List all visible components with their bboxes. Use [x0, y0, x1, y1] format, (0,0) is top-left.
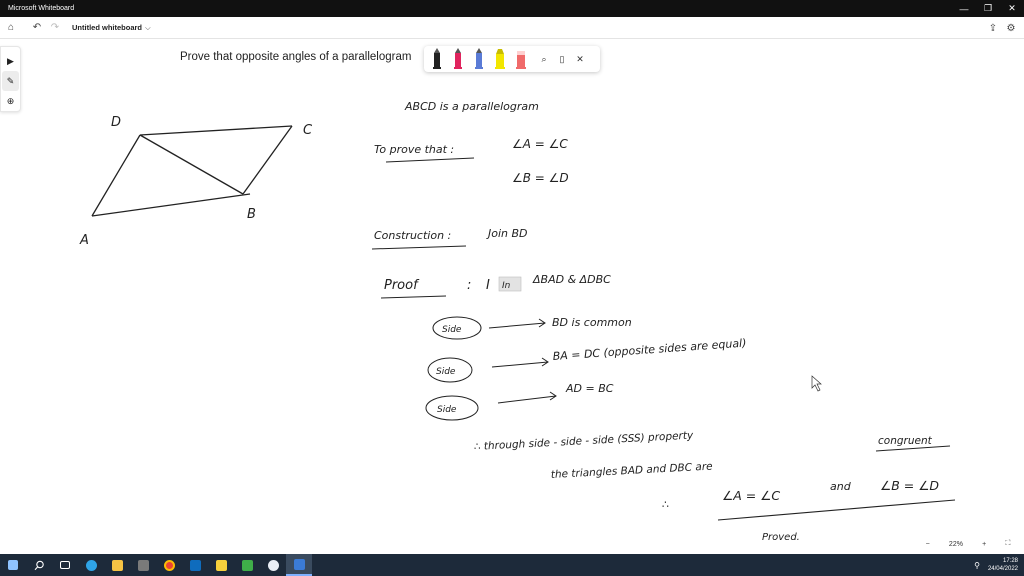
ink-side3: AD = BC: [565, 382, 614, 395]
green-app-icon[interactable]: [234, 554, 260, 576]
clock-time: 17:28: [1002, 558, 1018, 564]
diagonal-bd: [139, 134, 244, 195]
ink-and: and: [830, 480, 852, 493]
zoom-out-icon[interactable]: −: [926, 541, 930, 548]
ink-conclusion-a: ∠A = ∠C: [722, 488, 780, 503]
ink-to-prove: To prove that :: [374, 143, 454, 156]
ink-in: In: [502, 281, 511, 291]
store-icon[interactable]: [130, 554, 156, 576]
ink-side1: BD is common: [552, 316, 632, 329]
start-windows-icon[interactable]: [0, 554, 26, 576]
fit-screen-icon[interactable]: ⛶: [1005, 540, 1010, 548]
underline-proof: [380, 295, 447, 299]
underline-conclusion: [717, 499, 956, 521]
arrow-3: [497, 395, 557, 404]
file-explorer-icon[interactable]: [104, 554, 130, 576]
ink-eq1: ∠A = ∠C: [512, 137, 568, 151]
taskbar-clock[interactable]: 17:28 24/04/2022: [988, 557, 1018, 573]
ink-congruent: congruent: [878, 435, 933, 447]
network-icon[interactable]: ⚲: [974, 561, 980, 570]
ink-therefore-1: ∴ through side - side - side (SSS) prope…: [474, 429, 695, 453]
ink-proof: Proof: [384, 278, 420, 293]
ink-therefore-1b: the triangles BAD and DBC are: [551, 461, 713, 481]
side-label-3: Side: [437, 405, 457, 415]
ink-in-triangles: ΔBAD & ΔDBC: [532, 273, 611, 286]
ink-proof-colon: :: [467, 278, 471, 293]
vertex-label-d: D: [111, 115, 121, 130]
windows-taskbar: ⚲ 17:28 24/04/2022: [0, 554, 1024, 576]
side-ad: [91, 134, 141, 217]
media-app-icon[interactable]: [260, 554, 286, 576]
whiteboard-canvas[interactable]: D C B A ABCD is a parallelogram To prove…: [0, 0, 1024, 576]
ink-eq2: ∠B = ∠D: [512, 171, 569, 185]
ink-conclusion-b: ∠B = ∠D: [880, 478, 939, 493]
underline-construction: [371, 245, 467, 250]
outlook-icon[interactable]: [182, 554, 208, 576]
vertex-label-a: A: [79, 233, 89, 248]
arrow-2: [491, 361, 549, 368]
vertex-label-b: B: [247, 207, 256, 222]
ink-proved: Proved.: [762, 532, 800, 543]
whiteboard-app-icon[interactable]: [286, 554, 312, 576]
task-view-icon[interactable]: [52, 554, 78, 576]
ink-construction: Construction :: [374, 229, 451, 242]
search-icon[interactable]: [26, 554, 52, 576]
vertex-label-c: C: [303, 123, 313, 138]
underline-to-prove: [385, 157, 475, 163]
ink-therefore-2: ∴: [662, 498, 669, 511]
side-cb: [242, 125, 293, 195]
zoom-controls: − 22% + ⛶: [916, 536, 1020, 552]
clock-date: 24/04/2022: [987, 566, 1018, 572]
side-dc: [139, 125, 293, 136]
side-ba: [91, 193, 251, 217]
parallelogram-figure: [91, 125, 293, 217]
arrow-1: [488, 322, 546, 329]
ink-in-letter: I: [486, 278, 490, 293]
side-label-1: Side: [442, 325, 462, 335]
zoom-in-icon[interactable]: +: [982, 541, 986, 548]
ink-side2: BA = DC (opposite sides are equal): [552, 336, 747, 363]
sticky-notes-icon[interactable]: [208, 554, 234, 576]
ink-line-given: ABCD is a parallelogram: [404, 100, 539, 113]
system-tray: ⚲ 17:28 24/04/2022: [974, 554, 1018, 576]
side-label-2: Side: [436, 367, 456, 377]
mouse-cursor-icon: [811, 375, 822, 392]
zoom-level: 22%: [948, 540, 963, 548]
edge-icon[interactable]: [78, 554, 104, 576]
chrome-icon[interactable]: [156, 554, 182, 576]
ink-join: Join BD: [486, 227, 528, 240]
